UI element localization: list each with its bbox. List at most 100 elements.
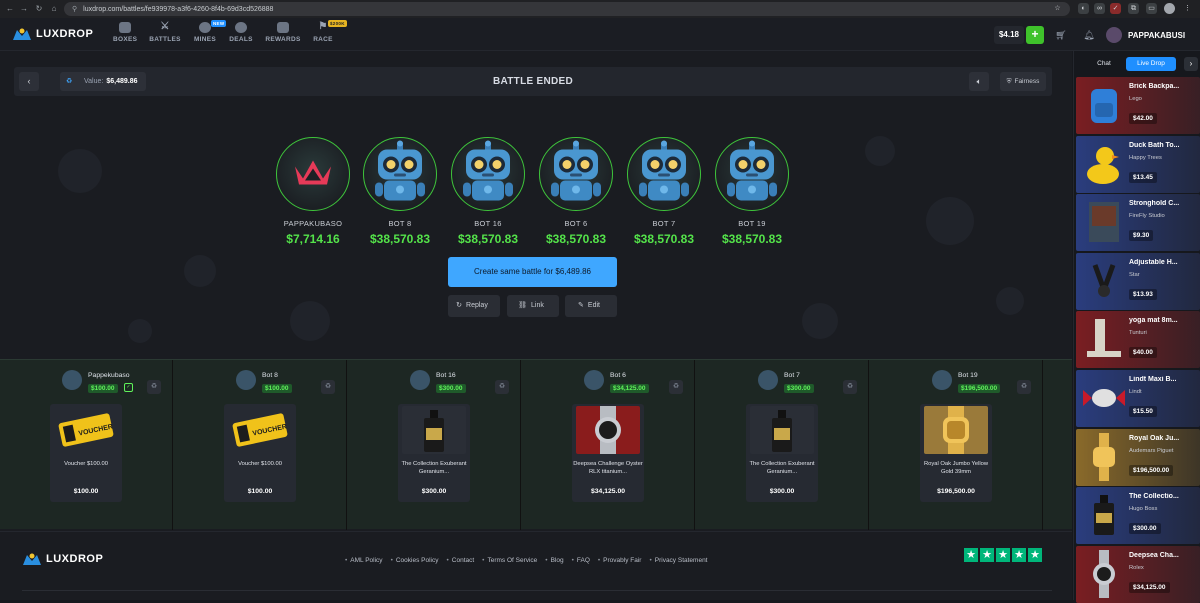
drop-item-name: Royal Oak Ju...: [1129, 434, 1180, 442]
footer-link[interactable]: Blog: [545, 557, 563, 564]
player-slot-bot: BOT 19 $38,570.83: [714, 137, 790, 246]
nav-deals[interactable]: DEALS: [229, 22, 253, 43]
extension-icon[interactable]: ∞: [1094, 3, 1105, 14]
column-player-name: Bot 6: [610, 372, 626, 379]
robot-avatar-icon: [722, 140, 782, 208]
item-name: Voucher $100.00: [238, 461, 282, 467]
drop-item-brand: Happy Trees: [1129, 154, 1162, 161]
fairness-button[interactable]: ⛨ Fairness: [1000, 72, 1046, 91]
footer-link[interactable]: AML Policy: [345, 557, 383, 564]
player-slot-bot: BOT 16 $38,570.83: [450, 137, 526, 246]
recycle-icon[interactable]: ♻: [147, 380, 161, 394]
back-arrow-icon[interactable]: ←: [4, 4, 16, 13]
forward-arrow-icon[interactable]: →: [18, 4, 30, 13]
extensions-puzzle-icon[interactable]: ⧉: [1128, 3, 1139, 14]
live-drop-item[interactable]: Lindt Maxi B... Lindt $15.50: [1076, 370, 1200, 427]
player-winnings: $38,570.83: [369, 232, 431, 246]
battle-status-title: BATTLE ENDED: [492, 76, 574, 87]
item-card[interactable]: VOUCHER Voucher $100.00 $100.00: [50, 404, 122, 502]
box-icon: [119, 22, 131, 33]
chevron-right-icon[interactable]: ›: [1184, 57, 1198, 71]
item-card[interactable]: Royal Oak Jumbo Yellow Gold 39mm $196,500…: [920, 404, 992, 502]
nav-rewards[interactable]: REWARDS: [265, 22, 301, 43]
player-slot-user: PAPPAKUBASO $7,714.16: [275, 137, 351, 246]
notification-bell-icon[interactable]: 🔔︎: [1080, 26, 1098, 44]
player-avatar: [627, 137, 701, 211]
rating-star-icon: ★: [964, 548, 978, 562]
browser-menu-icon[interactable]: ⋮: [1182, 3, 1193, 14]
recycle-icon[interactable]: ♻: [321, 380, 335, 394]
profile-avatar-icon[interactable]: [1164, 3, 1175, 14]
logo-mark-icon: [22, 552, 42, 566]
item-card[interactable]: The Collection Exuberant Geranium... $300…: [746, 404, 818, 502]
column-header: Pappekubaso $100.00 ✓ ♻: [0, 368, 173, 394]
extension-icon[interactable]: ✓: [1110, 3, 1121, 14]
link-button[interactable]: ⛓ Link: [507, 295, 559, 317]
drop-item-price: $42.00: [1129, 113, 1157, 124]
footer-link[interactable]: Contact: [446, 557, 474, 564]
recycle-icon[interactable]: ♻: [1017, 380, 1031, 394]
footer-link[interactable]: FAQ: [572, 557, 590, 564]
nav-mines[interactable]: MINES NEW: [193, 20, 227, 43]
site-info-icon[interactable]: ⚲: [72, 5, 77, 13]
tab-live-drop[interactable]: Live Drop: [1126, 57, 1176, 71]
deposit-button[interactable]: +: [1026, 26, 1044, 44]
footer-link[interactable]: Privacy Statement: [649, 557, 707, 564]
side-panel-icon[interactable]: ▭: [1146, 3, 1157, 14]
watch-gold-image: [924, 406, 988, 454]
battle-top-bar: ‹ ♻ Value: $6,489.86 BATTLE ENDED 🔈︎ ⛨ Fai…: [14, 67, 1052, 96]
bookmark-star-icon[interactable]: ☆: [1052, 3, 1063, 14]
drop-item-name: Lindt Maxi B...: [1129, 376, 1177, 383]
column-total: $100.00: [88, 384, 118, 393]
player-items-column: Pappekubaso $100.00 ✓ ♻ VOUCHER Voucher $100.…: [0, 360, 173, 530]
username[interactable]: PAPPAKABUSI: [1128, 31, 1185, 40]
drop-item-price: $34,125.00: [1129, 581, 1170, 593]
balance-display[interactable]: $4.18: [994, 26, 1024, 44]
live-drop-item[interactable]: yoga mat 8m... Tunturi $40.00: [1076, 311, 1200, 369]
live-drop-item[interactable]: Deepsea Cha... Rolex $34,125.00: [1076, 545, 1200, 603]
cart-icon[interactable]: 🛒︎: [1052, 26, 1070, 44]
footer-link[interactable]: Provably Fair: [598, 557, 642, 564]
gripper-image: [1081, 257, 1125, 305]
drop-item-name: The Collectio...: [1129, 493, 1179, 501]
item-card[interactable]: The Collection Exuberant Geranium... $300…: [398, 404, 470, 502]
drop-item-brand: Rolex: [1129, 564, 1144, 571]
column-player-name: Bot 7: [784, 372, 800, 379]
reload-icon[interactable]: ↻: [33, 4, 45, 13]
edit-button[interactable]: ✎ Edit: [565, 295, 617, 317]
replay-button[interactable]: ↻ Replay: [448, 295, 500, 317]
perfume-image: [1081, 491, 1125, 539]
tab-chat[interactable]: Chat: [1084, 57, 1124, 71]
recycle-icon[interactable]: ♻: [495, 380, 509, 394]
home-icon[interactable]: ⌂: [48, 4, 60, 13]
live-drop-item[interactable]: Brick Backpa... Lego $42.00: [1076, 77, 1200, 134]
drop-item-brand: Star: [1129, 271, 1140, 278]
luxdrop-logo[interactable]: LUXDROP: [12, 27, 93, 41]
footer-logo[interactable]: LUXDROP: [22, 552, 103, 566]
item-card[interactable]: Deepsea Challenge Oyster RLX titanium...…: [572, 404, 644, 502]
fairness-label: Fairness: [1014, 78, 1040, 85]
live-drop-item[interactable]: Royal Oak Ju... Audemars Piguet $196,500.0…: [1076, 428, 1200, 486]
nav-boxes[interactable]: BOXES: [113, 22, 137, 43]
live-drop-item[interactable]: Stronghold C... FireFly Studio $9.30: [1076, 194, 1200, 252]
address-bar[interactable]: ⚲ luxdrop.com/battles/fe939978-a3f6-4260…: [64, 2, 1070, 16]
nav-battles[interactable]: ⚔ BATTLES: [149, 22, 181, 44]
footer-link[interactable]: Cookies Policy: [391, 557, 439, 564]
item-price: $100.00: [247, 488, 273, 495]
drop-item-price: $300.00: [1129, 523, 1161, 535]
live-drop-item[interactable]: Adjustable H... Star $13.93: [1076, 252, 1200, 310]
user-avatar[interactable]: [1106, 27, 1122, 43]
footer-link[interactable]: Terms Of Service: [482, 557, 537, 564]
live-drop-item[interactable]: The Collectio... Hugo Boss $300.00: [1076, 487, 1200, 545]
player-items-column: Bot 8 $100.00 ♻ VOUCHER Voucher $100.00 $100.…: [174, 360, 347, 530]
sound-toggle-icon[interactable]: 🔈︎: [969, 72, 989, 91]
link-label: Link: [531, 302, 544, 309]
extension-icon[interactable]: ◐: [1078, 3, 1089, 14]
column-header: Bot 16 $300.00 ♻: [348, 368, 521, 394]
recycle-icon[interactable]: ♻: [843, 380, 857, 394]
nav-race[interactable]: ⚑ RACE $200K: [312, 20, 347, 43]
item-card[interactable]: VOUCHER Voucher $100.00 $100.00: [224, 404, 296, 502]
live-drop-item[interactable]: Duck Bath To... Happy Trees $13.45: [1076, 135, 1200, 193]
create-same-battle-button[interactable]: Create same battle for $6,489.86: [448, 257, 617, 287]
recycle-icon[interactable]: ♻: [669, 380, 683, 394]
